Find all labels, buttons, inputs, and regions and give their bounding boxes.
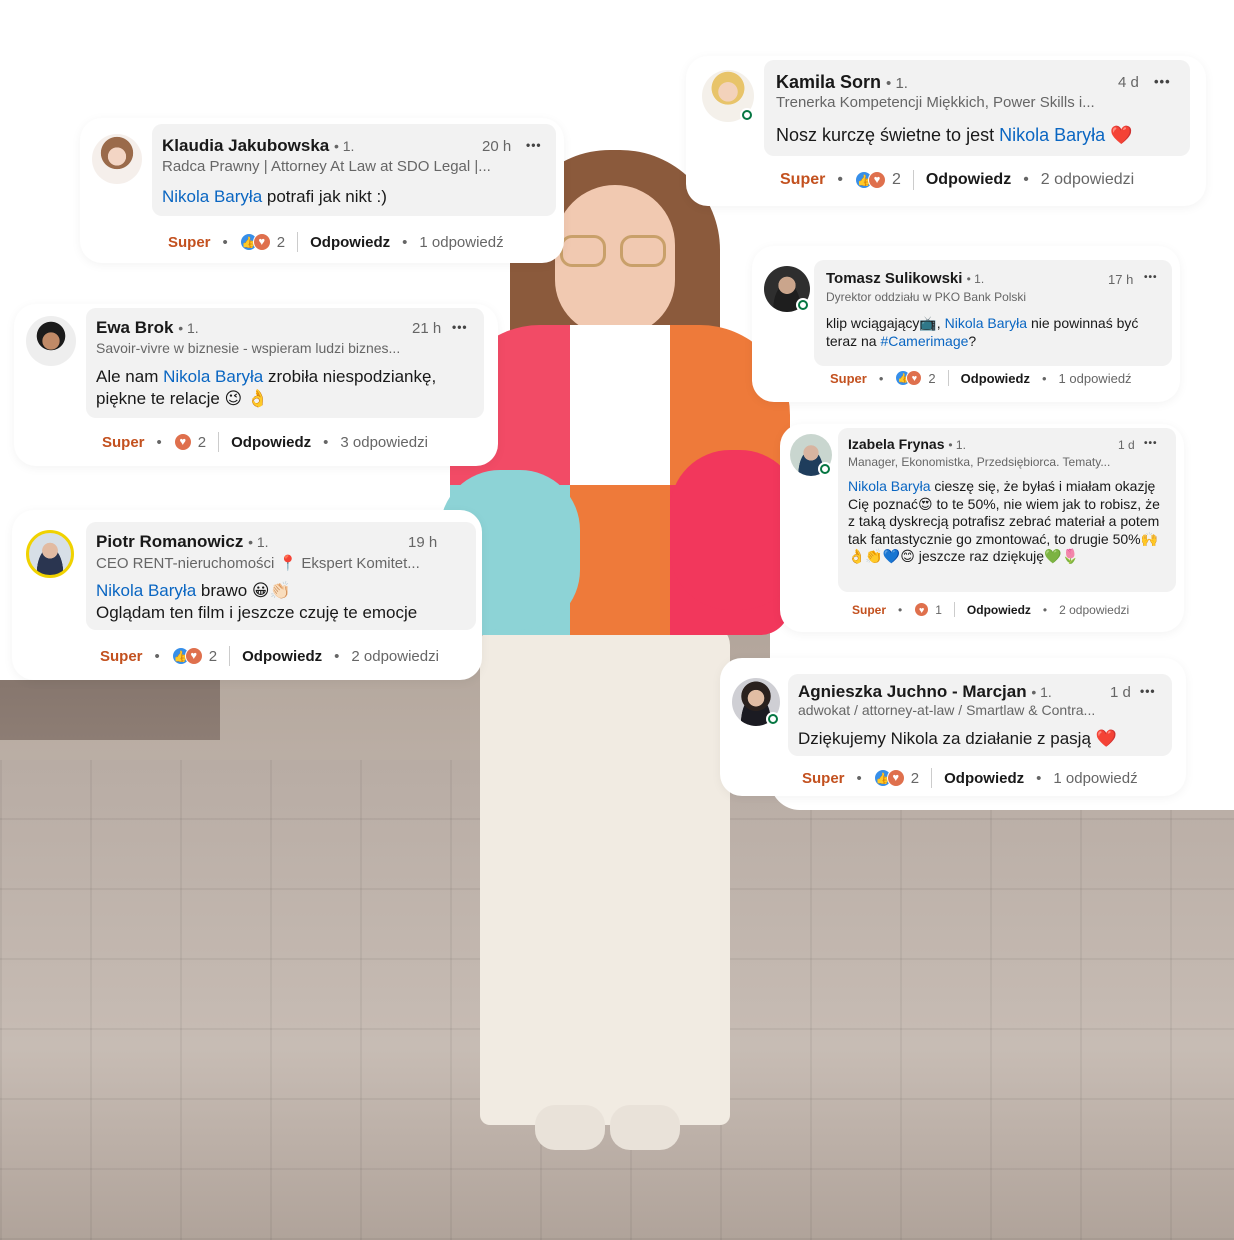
person-photo (440, 150, 800, 1160)
replies-link[interactable]: 2 odpowiedzi (1059, 603, 1129, 617)
heart-icon: ♥ (914, 602, 930, 617)
mention-link[interactable]: Nikola Baryła (96, 581, 196, 600)
comment-author[interactable]: Piotr Romanowicz • 1. (96, 532, 269, 552)
online-status-icon (796, 298, 810, 312)
mention-link[interactable]: Nikola Baryła (945, 315, 1027, 331)
mention-link[interactable]: Nikola Baryła (848, 478, 930, 494)
comment-text: Dziękujemy Nikola za działanie z pasją ❤… (798, 729, 1117, 748)
reaction-button[interactable]: Super (100, 648, 143, 665)
reaction-button[interactable]: Super (852, 603, 886, 617)
comment-text: Ale nam Nikola Baryła zrobiła niespodzia… (96, 367, 437, 409)
comment-author[interactable]: Izabela Frynas • 1. (848, 436, 966, 452)
author-headline: Radca Prawny | Attorney At Law at SDO Le… (162, 158, 491, 175)
comment-card: Tomasz Sulikowski • 1. 17 h ••• Dyrektor… (752, 246, 1180, 402)
comment-author[interactable]: Klaudia Jakubowska • 1. (162, 136, 354, 156)
comment-time: 1 d (1110, 684, 1131, 701)
online-status-icon (740, 108, 754, 122)
avatar[interactable] (764, 266, 810, 312)
author-headline: Trenerka Kompetencji Miękkich, Power Ski… (776, 94, 1095, 111)
comment-time: 4 d (1118, 74, 1139, 91)
heart-icon: ♥ (886, 769, 905, 787)
replies-link[interactable]: 1 odpowiedź (1059, 371, 1132, 386)
comment-author[interactable]: Ewa Brok • 1. (96, 318, 199, 338)
reply-button[interactable]: Odpowiedz (961, 371, 1030, 386)
comment-text: Nikola Baryła potrafi jak nikt :) (162, 187, 387, 206)
mention-link[interactable]: Nikola Baryła (163, 367, 263, 386)
comment-card: Piotr Romanowicz • 1. 19 h CEO RENT-nier… (12, 510, 482, 680)
reaction-button[interactable]: Super (102, 434, 145, 451)
reactions-summary[interactable]: ♥ 2 (173, 433, 206, 451)
avatar[interactable] (790, 434, 832, 476)
reaction-button[interactable]: Super (802, 770, 845, 787)
heart-icon: ♥ (173, 433, 192, 451)
avatar[interactable] (732, 678, 780, 726)
heart-icon: ♥ (252, 233, 271, 251)
comment-author[interactable]: Tomasz Sulikowski • 1. (826, 270, 984, 287)
avatar[interactable] (702, 70, 754, 122)
more-icon[interactable]: ••• (1144, 272, 1158, 283)
more-icon[interactable]: ••• (1140, 684, 1156, 698)
comment-card: Agnieszka Juchno - Marcjan • 1. 1 d ••• … (720, 658, 1186, 796)
comment-time: 19 h (408, 534, 438, 551)
comment-text: Nikola Baryła cieszę się, że byłaś i mia… (848, 478, 1160, 564)
comment-time: 20 h (482, 138, 512, 155)
comment-author[interactable]: Agnieszka Juchno - Marcjan • 1. (798, 682, 1052, 702)
comment-author[interactable]: Kamila Sorn • 1. (776, 72, 908, 93)
comment-card: Klaudia Jakubowska • 1. 20 h ••• Radca P… (80, 118, 564, 263)
avatar[interactable] (26, 316, 76, 366)
comment-time: 21 h (412, 320, 442, 337)
reactions-summary[interactable]: 👍 ♥ 2 (873, 769, 919, 787)
online-status-icon (818, 462, 832, 476)
more-icon[interactable]: ••• (1144, 438, 1158, 449)
author-headline: Dyrektor oddziału w PKO Bank Polski (826, 290, 1027, 304)
comment-card: Izabela Frynas • 1. 1 d ••• Manager, Eko… (780, 424, 1184, 632)
comment-text: Nosz kurczę świetne to jest Nikola Barył… (776, 125, 1133, 145)
reaction-button[interactable]: Super (830, 371, 867, 386)
avatar[interactable] (92, 134, 142, 184)
reactions-summary[interactable]: 👍 ♥ 2 (895, 370, 936, 386)
more-icon[interactable]: ••• (526, 138, 542, 152)
comment-time: 17 h (1108, 272, 1134, 287)
replies-link[interactable]: 3 odpowiedzi (340, 434, 428, 451)
reply-button[interactable]: Odpowiedz (242, 648, 322, 665)
hashtag-link[interactable]: #Camerimage (880, 333, 968, 349)
comment-card: Kamila Sorn • 1. 4 d ••• Trenerka Kompet… (686, 56, 1206, 206)
comment-text: klip wciągający📺, Nikola Baryła nie powi… (826, 315, 1139, 350)
more-icon[interactable]: ••• (1154, 74, 1171, 89)
replies-link[interactable]: 1 odpowiedź (419, 234, 503, 251)
reply-button[interactable]: Odpowiedz (310, 234, 390, 251)
author-headline: Savoir-vivre w biznesie - wspieram ludzi… (96, 340, 401, 356)
author-headline: adwokat / attorney-at-law / Smartlaw & C… (798, 702, 1096, 718)
reply-button[interactable]: Odpowiedz (944, 770, 1024, 787)
mention-link[interactable]: Nikola Baryła (162, 187, 262, 206)
online-status-icon (766, 712, 780, 726)
replies-link[interactable]: 2 odpowiedzi (351, 648, 439, 665)
replies-link[interactable]: 2 odpowiedzi (1041, 171, 1134, 189)
reactions-summary[interactable]: 👍 ♥ 2 (854, 171, 901, 189)
reply-button[interactable]: Odpowiedz (926, 171, 1011, 189)
author-headline: CEO RENT-nieruchomości 📍 Ekspert Komitet… (96, 555, 420, 572)
avatar[interactable] (26, 530, 74, 578)
heart-icon: ♥ (867, 171, 886, 189)
replies-link[interactable]: 1 odpowiedź (1053, 770, 1137, 787)
reactions-summary[interactable]: ♥ 1 (914, 602, 942, 617)
heart-icon: ♥ (184, 647, 203, 665)
author-headline: Manager, Ekonomistka, Przedsiębiorca. Te… (848, 455, 1111, 469)
comment-card: Ewa Brok • 1. 21 h ••• Savoir-vivre w bi… (14, 304, 498, 466)
reply-button[interactable]: Odpowiedz (967, 603, 1031, 617)
more-icon[interactable]: ••• (452, 320, 468, 334)
heart-icon: ♥ (906, 370, 923, 386)
reactions-summary[interactable]: 👍 ♥ 2 (171, 647, 217, 665)
mention-link[interactable]: Nikola Baryła (999, 125, 1105, 145)
reactions-summary[interactable]: 👍 ♥ 2 (239, 233, 285, 251)
comment-time: 1 d (1118, 438, 1135, 452)
reaction-button[interactable]: Super (780, 171, 825, 189)
reaction-button[interactable]: Super (168, 234, 211, 251)
reply-button[interactable]: Odpowiedz (231, 434, 311, 451)
comment-text: Nikola Baryła brawo 😀👏🏻 Oglądam ten film… (96, 581, 418, 623)
